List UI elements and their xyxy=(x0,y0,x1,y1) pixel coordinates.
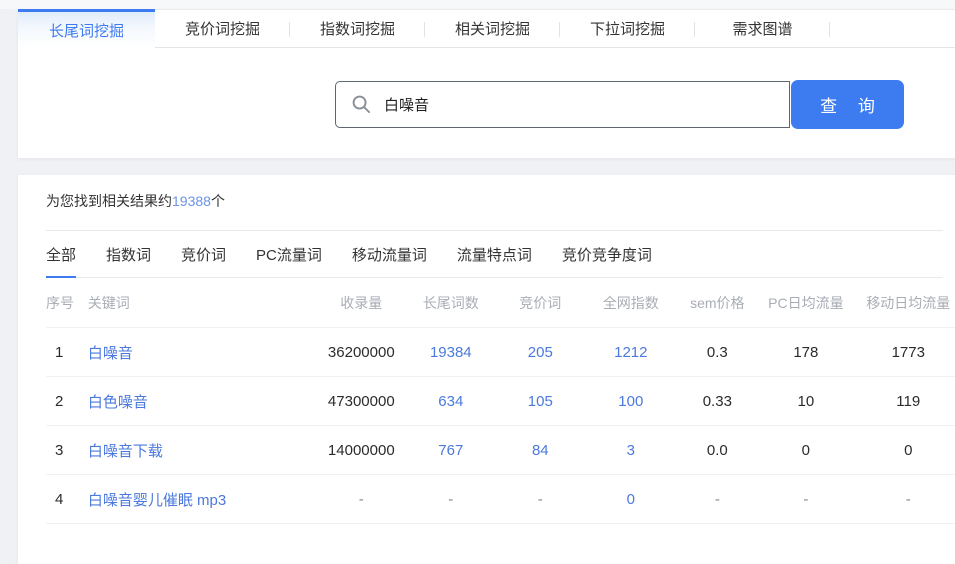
cell-keyword-link[interactable]: 白噪音婴儿催眠 mp3 xyxy=(88,489,317,510)
tab-longtail-mining[interactable]: 长尾词挖掘 xyxy=(18,9,155,48)
tab-bidword-mining[interactable]: 竞价词挖掘 xyxy=(155,9,290,48)
tab-dropdownword-mining[interactable]: 下拉词挖掘 xyxy=(560,9,695,48)
cell-whole-index[interactable]: 1212 xyxy=(585,344,677,361)
cell-mobile-traffic: 0 xyxy=(854,442,955,459)
cell-sem-price: 0.0 xyxy=(677,442,759,459)
cell-whole-index[interactable]: 100 xyxy=(585,393,677,410)
filter-tab-all[interactable]: 全部 xyxy=(46,244,76,278)
filter-tab-bid-competition-words[interactable]: 竞价竞争度词 xyxy=(562,244,652,277)
filter-tab-bar: 全部 指数词 竞价词 PC流量词 移动流量词 流量特点词 竞价竞争度词 xyxy=(46,231,943,278)
col-header-index: 序号 xyxy=(46,293,88,313)
filter-tab-mobile-traffic-words[interactable]: 移动流量词 xyxy=(352,244,427,277)
table-header-row: 序号 关键词 收录量 长尾词数 竞价词 全网指数 sem价格 PC日均流量 移动… xyxy=(46,278,955,328)
cell-whole-index[interactable]: 3 xyxy=(585,442,677,459)
cell-keyword-link[interactable]: 白噪音 xyxy=(88,342,317,363)
tab-relatedword-mining[interactable]: 相关词挖掘 xyxy=(425,9,560,48)
table-row: 4 白噪音婴儿催眠 mp3 - - - 0 - - - xyxy=(46,475,955,524)
cell-mobile-traffic: - xyxy=(854,491,955,508)
filter-tab-traffic-feature-words[interactable]: 流量特点词 xyxy=(457,244,532,277)
cell-inclusion: 14000000 xyxy=(317,442,407,459)
cell-pc-traffic: - xyxy=(758,491,853,508)
cell-bid[interactable]: - xyxy=(496,491,586,508)
cell-longtail[interactable]: 634 xyxy=(406,393,496,410)
table-row: 1 白噪音 36200000 19384 205 1212 0.3 178 17… xyxy=(46,328,955,377)
page-top-band xyxy=(0,0,955,9)
result-count-number: 19388 xyxy=(172,193,211,209)
tab-strip-filler xyxy=(830,9,955,48)
col-header-inclusion: 收录量 xyxy=(317,293,407,313)
filter-tab-index-words[interactable]: 指数词 xyxy=(106,244,151,277)
cell-pc-traffic: 0 xyxy=(758,442,853,459)
cell-index: 1 xyxy=(46,344,88,361)
cell-longtail[interactable]: 19384 xyxy=(406,344,496,361)
cell-bid[interactable]: 205 xyxy=(496,344,586,361)
cell-inclusion: 47300000 xyxy=(317,393,407,410)
cell-whole-index[interactable]: 0 xyxy=(585,491,677,508)
results-panel: 为您找到相关结果约19388个 全部 指数词 竞价词 PC流量词 移动流量词 流… xyxy=(18,175,955,564)
tab-indexword-mining[interactable]: 指数词挖掘 xyxy=(290,9,425,48)
cell-keyword-link[interactable]: 白色噪音 xyxy=(88,391,317,412)
search-box xyxy=(335,81,790,128)
result-count-prefix: 为您找到相关结果约 xyxy=(46,193,172,209)
cell-sem-price: 0.33 xyxy=(677,393,759,410)
tab-demand-map[interactable]: 需求图谱 xyxy=(695,9,830,48)
cell-inclusion: - xyxy=(317,491,407,508)
cell-sem-price: 0.3 xyxy=(677,344,759,361)
col-header-whole-index: 全网指数 xyxy=(585,293,677,313)
filter-tab-pc-traffic-words[interactable]: PC流量词 xyxy=(256,244,322,277)
cell-inclusion: 36200000 xyxy=(317,344,407,361)
filter-tab-bid-words[interactable]: 竞价词 xyxy=(181,244,226,277)
col-header-longtail: 长尾词数 xyxy=(406,293,496,313)
search-row: 查 询 xyxy=(335,81,904,129)
col-header-sem-price: sem价格 xyxy=(677,293,759,313)
col-header-mobile-traffic: 移动日均流量 xyxy=(854,293,955,313)
cell-bid[interactable]: 105 xyxy=(496,393,586,410)
cell-index: 3 xyxy=(46,442,88,459)
cell-index: 2 xyxy=(46,393,88,410)
cell-keyword-link[interactable]: 白噪音下载 xyxy=(88,440,317,461)
search-panel: 长尾词挖掘 竞价词挖掘 指数词挖掘 相关词挖掘 下拉词挖掘 需求图谱 查 询 xyxy=(18,9,955,158)
cell-pc-traffic: 10 xyxy=(758,393,853,410)
search-icon xyxy=(351,94,372,115)
search-input[interactable] xyxy=(384,82,789,127)
col-header-keyword: 关键词 xyxy=(88,293,317,313)
result-count-suffix: 个 xyxy=(211,193,225,209)
cell-mobile-traffic: 1773 xyxy=(854,344,955,361)
table-row: 2 白色噪音 47300000 634 105 100 0.33 10 119 xyxy=(46,377,955,426)
col-header-pc-traffic: PC日均流量 xyxy=(758,293,853,313)
query-button[interactable]: 查 询 xyxy=(791,80,904,129)
cell-longtail[interactable]: - xyxy=(406,491,496,508)
cell-pc-traffic: 178 xyxy=(758,344,853,361)
cell-sem-price: - xyxy=(677,491,759,508)
cell-index: 4 xyxy=(46,491,88,508)
cell-mobile-traffic: 119 xyxy=(854,393,955,410)
table-row: 3 白噪音下载 14000000 767 84 3 0.0 0 0 xyxy=(46,426,955,475)
main-tab-bar: 长尾词挖掘 竞价词挖掘 指数词挖掘 相关词挖掘 下拉词挖掘 需求图谱 xyxy=(18,9,955,48)
cell-bid[interactable]: 84 xyxy=(496,442,586,459)
result-count: 为您找到相关结果约19388个 xyxy=(46,191,955,211)
col-header-bid: 竞价词 xyxy=(496,293,586,313)
cell-longtail[interactable]: 767 xyxy=(406,442,496,459)
